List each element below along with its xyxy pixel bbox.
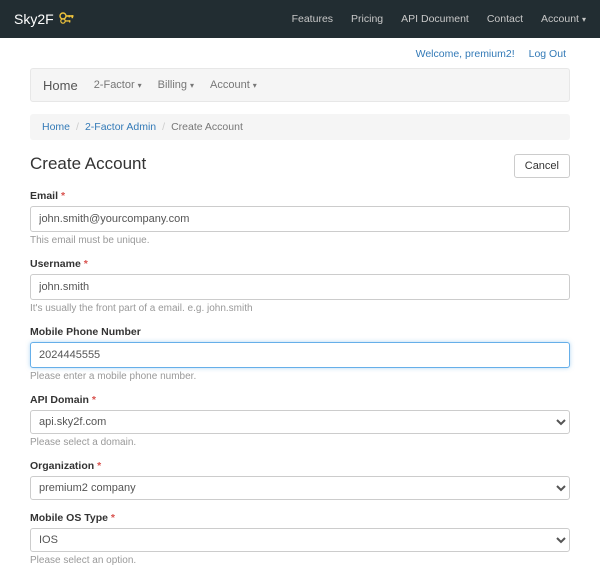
organization-label: Organization * xyxy=(30,460,570,472)
subnav-2factor[interactable]: 2-Factor▾ xyxy=(94,79,142,91)
email-field[interactable] xyxy=(30,206,570,232)
api-domain-select[interactable]: api.sky2f.com xyxy=(30,410,570,434)
required-asterisk: * xyxy=(111,512,115,524)
email-label: Email * xyxy=(30,190,570,202)
nav-account[interactable]: Account▾ xyxy=(541,13,586,25)
username-help: It's usually the front part of a email. … xyxy=(30,303,570,314)
breadcrumb-current: Create Account xyxy=(171,121,243,133)
caret-down-icon: ▾ xyxy=(253,81,257,90)
os-type-select[interactable]: IOS xyxy=(30,528,570,552)
email-help: This email must be unique. xyxy=(30,235,570,246)
caret-down-icon: ▾ xyxy=(138,81,142,90)
breadcrumb-sep: / xyxy=(162,121,165,133)
nav-links: Features Pricing API Document Contact Ac… xyxy=(292,13,586,25)
breadcrumb: Home / 2-Factor Admin / Create Account xyxy=(30,114,570,140)
key-icon xyxy=(59,12,75,26)
required-asterisk: * xyxy=(97,460,101,472)
caret-down-icon: ▾ xyxy=(582,15,586,24)
nav-api-document[interactable]: API Document xyxy=(401,13,469,25)
logout-link[interactable]: Log Out xyxy=(529,48,566,60)
caret-down-icon: ▾ xyxy=(190,81,194,90)
top-navbar: Sky2F Features Pricing API Document Cont… xyxy=(0,0,600,38)
nav-pricing[interactable]: Pricing xyxy=(351,13,383,25)
form-group-organization: Organization * premium2 company xyxy=(30,460,570,500)
organization-select[interactable]: premium2 company xyxy=(30,476,570,500)
form-group-email: Email * This email must be unique. xyxy=(30,190,570,246)
os-type-label: Mobile OS Type * xyxy=(30,512,570,524)
subnav-billing[interactable]: Billing▾ xyxy=(158,79,194,91)
brand-text: Sky2F xyxy=(14,11,54,27)
mobile-field[interactable] xyxy=(30,342,570,368)
api-domain-label: API Domain * xyxy=(30,394,570,406)
mobile-help: Please enter a mobile phone number. xyxy=(30,371,570,382)
required-asterisk: * xyxy=(92,394,96,406)
form-group-os-type: Mobile OS Type * IOS Please select an op… xyxy=(30,512,570,566)
welcome-link[interactable]: Welcome, premium2! xyxy=(416,48,515,60)
subnav-account[interactable]: Account▾ xyxy=(210,79,257,91)
form-group-api-domain: API Domain * api.sky2f.com Please select… xyxy=(30,394,570,448)
nav-features[interactable]: Features xyxy=(292,13,333,25)
nav-contact[interactable]: Contact xyxy=(487,13,523,25)
os-type-help: Please select an option. xyxy=(30,555,570,566)
required-asterisk: * xyxy=(61,190,65,202)
username-label: Username * xyxy=(30,258,570,270)
subnav: Home 2-Factor▾ Billing▾ Account▾ xyxy=(30,68,570,102)
username-field[interactable] xyxy=(30,274,570,300)
subnav-home[interactable]: Home xyxy=(43,78,78,93)
form-group-username: Username * It's usually the front part o… xyxy=(30,258,570,314)
breadcrumb-admin[interactable]: 2-Factor Admin xyxy=(85,121,156,133)
breadcrumb-home[interactable]: Home xyxy=(42,121,70,133)
required-asterisk: * xyxy=(84,258,88,270)
mobile-label: Mobile Phone Number xyxy=(30,326,570,338)
welcome-row: Welcome, premium2! Log Out xyxy=(30,38,570,68)
breadcrumb-sep: / xyxy=(76,121,79,133)
brand-link[interactable]: Sky2F xyxy=(14,11,75,27)
api-domain-help: Please select a domain. xyxy=(30,437,570,448)
cancel-button[interactable]: Cancel xyxy=(514,154,570,178)
form-group-mobile: Mobile Phone Number Please enter a mobil… xyxy=(30,326,570,382)
page-title: Create Account xyxy=(30,154,146,174)
